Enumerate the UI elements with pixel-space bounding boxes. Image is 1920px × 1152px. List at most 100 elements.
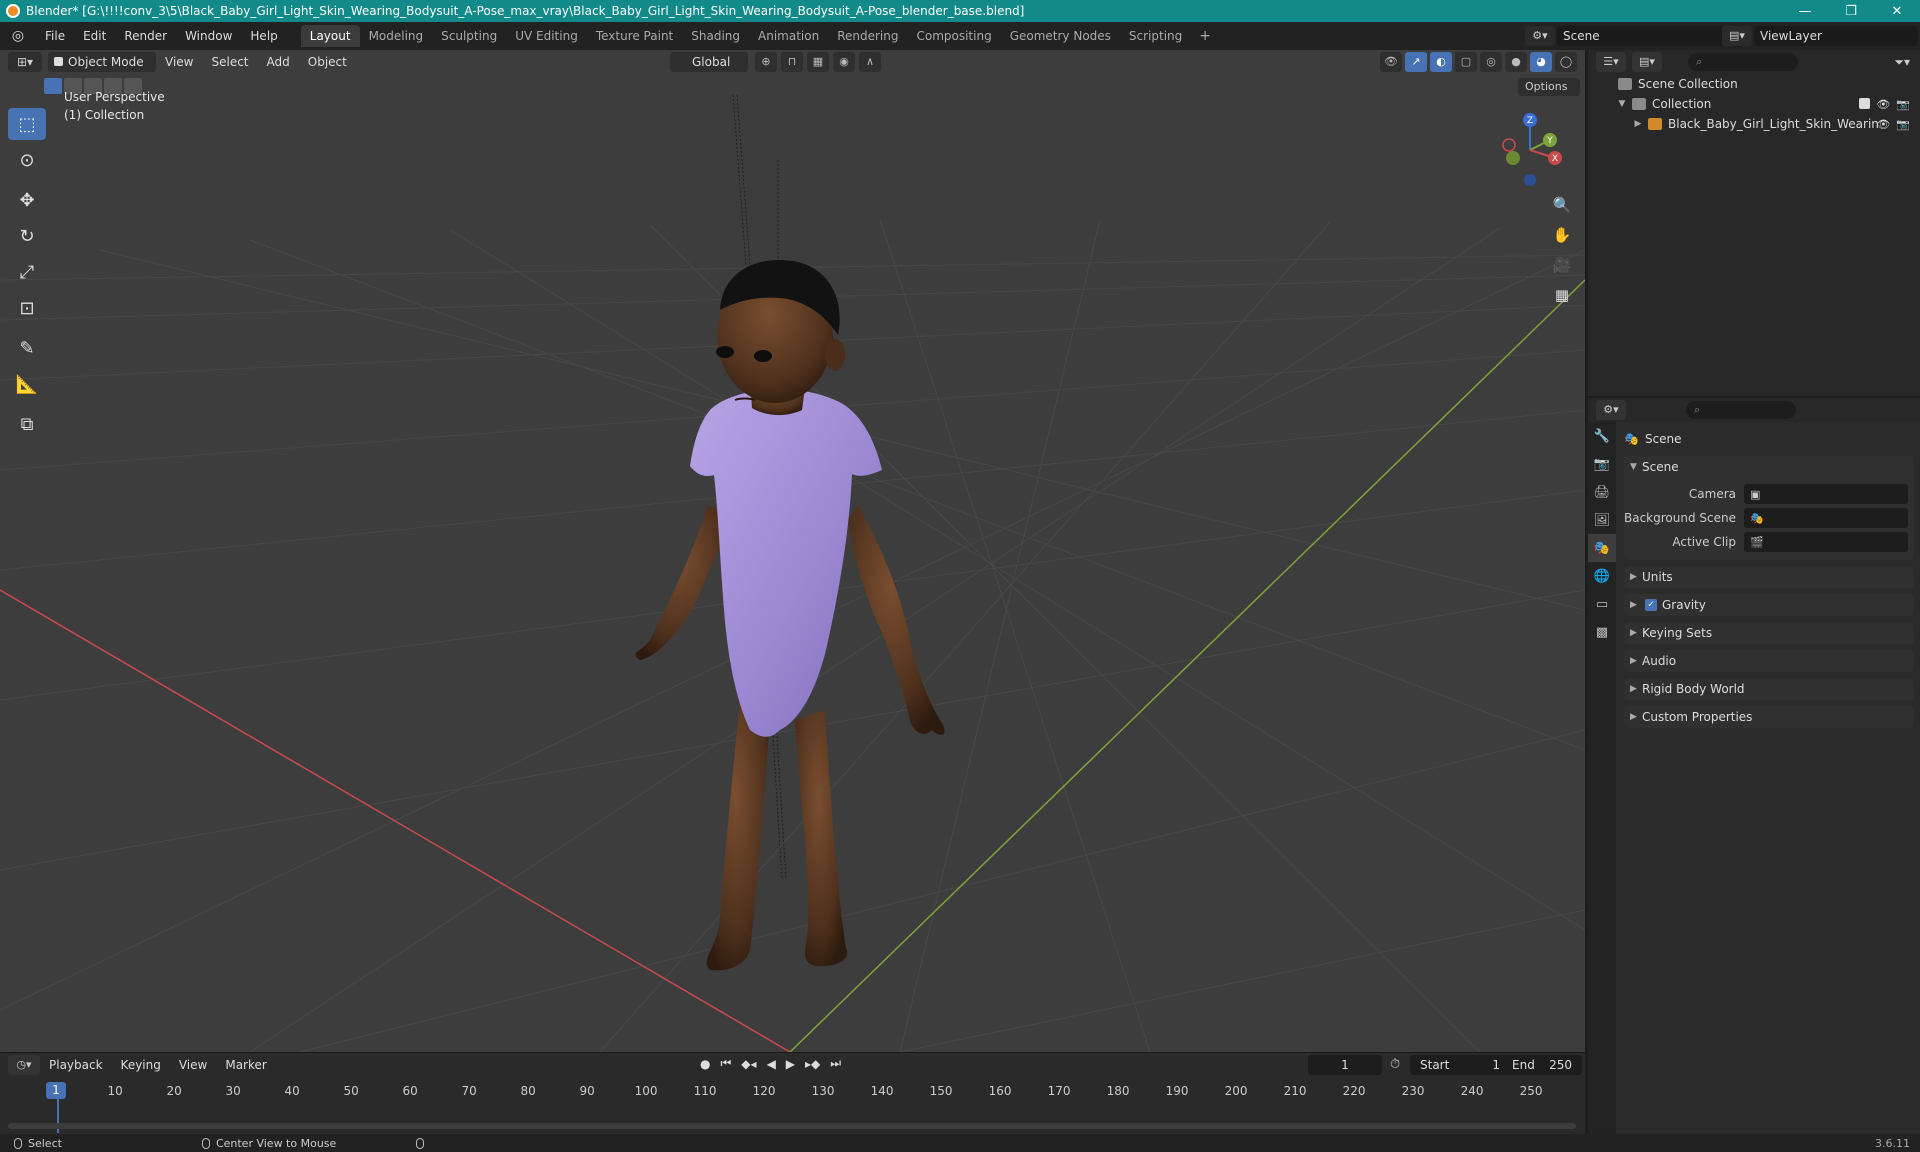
- tab-scripting[interactable]: Scripting: [1120, 25, 1191, 47]
- select-new-icon[interactable]: [44, 78, 62, 94]
- scene-panel-header[interactable]: ▼ Scene: [1624, 456, 1914, 478]
- units-panel[interactable]: ▶ Units: [1624, 566, 1914, 588]
- playhead[interactable]: 1: [46, 1082, 66, 1099]
- tab-compositing[interactable]: Compositing: [907, 25, 1000, 47]
- tool-tab-icon[interactable]: 🔧: [1588, 422, 1616, 450]
- add-workspace-button[interactable]: +: [1191, 28, 1219, 44]
- tab-layout[interactable]: Layout: [300, 25, 360, 47]
- options-dropdown[interactable]: Options: [1518, 78, 1580, 96]
- world-tab-icon[interactable]: 🌐: [1588, 562, 1616, 590]
- output-tab-icon[interactable]: 🖨: [1588, 478, 1616, 506]
- solid-shading-icon[interactable]: ●: [1505, 52, 1527, 72]
- timeline-editor-type-button[interactable]: ◷▾: [8, 1055, 40, 1075]
- timeline-menu-keying[interactable]: Keying: [112, 1058, 170, 1072]
- viewport-menu-add[interactable]: Add: [258, 55, 299, 69]
- collection-tab-icon[interactable]: ▭: [1588, 590, 1616, 618]
- audio-panel[interactable]: ▶ Audio: [1624, 650, 1914, 672]
- scene-selector[interactable]: ⚙▾ Scene: [1525, 25, 1725, 47]
- snap-target-icon[interactable]: ▦: [807, 52, 829, 72]
- camera-view-icon[interactable]: 🎥: [1548, 252, 1576, 278]
- properties-panel[interactable]: ⚙▾ ⌕ 🔧 📷 🖨 🖼 🎭 🌐 ▭ ▩ 🎭 Scene ▼ Scene Cam…: [1588, 398, 1920, 1134]
- scale-tool-icon[interactable]: ⤢: [8, 256, 46, 288]
- rigid-body-world-panel[interactable]: ▶ Rigid Body World: [1624, 678, 1914, 700]
- record-icon[interactable]: ●: [700, 1057, 710, 1071]
- jump-end-icon[interactable]: ⏭: [830, 1056, 841, 1071]
- gravity-panel[interactable]: ▶ ✓ Gravity: [1624, 594, 1914, 616]
- menu-edit[interactable]: Edit: [74, 29, 115, 43]
- timeline-menu-playback[interactable]: Playback: [40, 1058, 112, 1072]
- scene-tab-icon[interactable]: 🎭: [1588, 534, 1616, 562]
- active-clip-field[interactable]: 🎬: [1744, 532, 1908, 552]
- 3d-viewport[interactable]: ⊞▾ Object Mode View Select Add Object Gl…: [0, 50, 1585, 1052]
- background-scene-field[interactable]: 🎭: [1744, 508, 1908, 528]
- tab-texture-paint[interactable]: Texture Paint: [587, 25, 682, 47]
- xray-icon[interactable]: ▢: [1455, 52, 1477, 72]
- outliner-editor-type-button[interactable]: ☰▾: [1596, 52, 1626, 72]
- overlay-toggle-icon[interactable]: ◐: [1430, 52, 1452, 72]
- tab-geometry-nodes[interactable]: Geometry Nodes: [1001, 25, 1120, 47]
- tab-shading[interactable]: Shading: [682, 25, 749, 47]
- pan-hand-icon[interactable]: ✋: [1548, 222, 1576, 248]
- display-mode-button[interactable]: ▤▾: [1632, 52, 1662, 72]
- jump-start-icon[interactable]: ⏮: [720, 1056, 731, 1071]
- view-layer-tab-icon[interactable]: 🖼: [1588, 506, 1616, 534]
- timeline-menu-marker[interactable]: Marker: [216, 1058, 275, 1072]
- rotate-tool-icon[interactable]: ↻: [8, 220, 46, 252]
- frame-ruler[interactable]: 10 20 30 40 50 60 70 80 90 100 110 120 130 140 150 160 1…: [0, 1081, 1585, 1101]
- outliner-row-object[interactable]: ▶ Black_Baby_Girl_Light_Skin_Wearin 👁 📷: [1588, 114, 1920, 134]
- visibility-icon[interactable]: 👁: [1380, 52, 1402, 72]
- add-cube-tool-icon[interactable]: ⧉: [8, 408, 46, 440]
- eye-icon[interactable]: 👁: [1876, 118, 1890, 131]
- filter-icon[interactable]: ⏷▾: [1894, 55, 1910, 70]
- start-frame-field[interactable]: Start 1: [1410, 1055, 1510, 1075]
- blender-logo-icon[interactable]: ◎: [10, 28, 26, 44]
- cursor-tool-icon[interactable]: ⊙: [8, 144, 46, 176]
- proportional-edit-icon[interactable]: ◉: [833, 52, 855, 72]
- editor-type-button[interactable]: ⊞▾: [8, 52, 42, 72]
- timeline-editor[interactable]: ◷▾ Playback Keying View Marker ● ⏮ ◆◂ ◀ …: [0, 1052, 1585, 1134]
- texture-tab-icon[interactable]: ▩: [1588, 618, 1616, 646]
- select-box-tool-icon[interactable]: ⬚: [8, 108, 46, 140]
- menu-file[interactable]: File: [36, 29, 74, 43]
- viewport-menu-object[interactable]: Object: [299, 55, 356, 69]
- viewport-menu-select[interactable]: Select: [202, 55, 257, 69]
- tab-rendering[interactable]: Rendering: [828, 25, 907, 47]
- view-layer-icon[interactable]: ▤▾: [1722, 26, 1752, 46]
- gravity-checkbox[interactable]: ✓: [1645, 599, 1657, 611]
- tab-sculpting[interactable]: Sculpting: [432, 25, 506, 47]
- gizmo-toggle-icon[interactable]: ↗: [1405, 52, 1427, 72]
- view-layer-name-field[interactable]: ViewLayer: [1754, 26, 1918, 46]
- scene-name-field[interactable]: Scene: [1557, 26, 1725, 46]
- view-layer-selector[interactable]: ▤▾ ViewLayer: [1722, 25, 1918, 47]
- properties-search-input[interactable]: ⌕: [1686, 401, 1796, 419]
- tab-modeling[interactable]: Modeling: [360, 25, 433, 47]
- custom-properties-panel[interactable]: ▶ Custom Properties: [1624, 706, 1914, 728]
- expand-arrow-icon[interactable]: ▶: [1632, 119, 1644, 129]
- prev-keyframe-icon[interactable]: ◆◂: [741, 1057, 756, 1071]
- material-shading-icon[interactable]: ◕: [1530, 52, 1552, 72]
- annotate-tool-icon[interactable]: ✎: [8, 332, 46, 364]
- minimize-button[interactable]: —: [1782, 4, 1828, 19]
- tab-uv-editing[interactable]: UV Editing: [506, 25, 587, 47]
- keying-sets-panel[interactable]: ▶ Keying Sets: [1624, 622, 1914, 644]
- outliner-panel[interactable]: ☰▾ ▤▾ ⌕ ⏷▾ Scene Collection ▼ Collection…: [1588, 50, 1920, 396]
- render-tab-icon[interactable]: 📷: [1588, 450, 1616, 478]
- maximize-button[interactable]: ❐: [1828, 4, 1874, 19]
- pivot-point-icon[interactable]: ⊕: [755, 52, 777, 72]
- play-reverse-icon[interactable]: ◀: [767, 1057, 776, 1071]
- close-button[interactable]: ✕: [1874, 4, 1920, 19]
- outliner-row-collection[interactable]: ▼ Collection 👁 📷: [1588, 94, 1920, 114]
- collapse-arrow-icon[interactable]: ▼: [1616, 99, 1628, 109]
- camera-icon[interactable]: 📷: [1896, 98, 1910, 111]
- transform-tool-icon[interactable]: ⊡: [8, 292, 46, 324]
- falloff-icon[interactable]: ∧: [859, 52, 881, 72]
- ortho-grid-icon[interactable]: ▦: [1548, 282, 1576, 308]
- tab-animation[interactable]: Animation: [749, 25, 828, 47]
- menu-window[interactable]: Window: [176, 29, 241, 43]
- viewport-menu-view[interactable]: View: [156, 55, 202, 69]
- navigation-gizmo[interactable]: Z Y X: [1495, 110, 1565, 190]
- properties-editor-type-button[interactable]: ⚙▾: [1596, 400, 1626, 420]
- menu-render[interactable]: Render: [115, 29, 176, 43]
- timeline-scrollbar[interactable]: [8, 1123, 1576, 1129]
- eye-icon[interactable]: 👁: [1876, 98, 1890, 111]
